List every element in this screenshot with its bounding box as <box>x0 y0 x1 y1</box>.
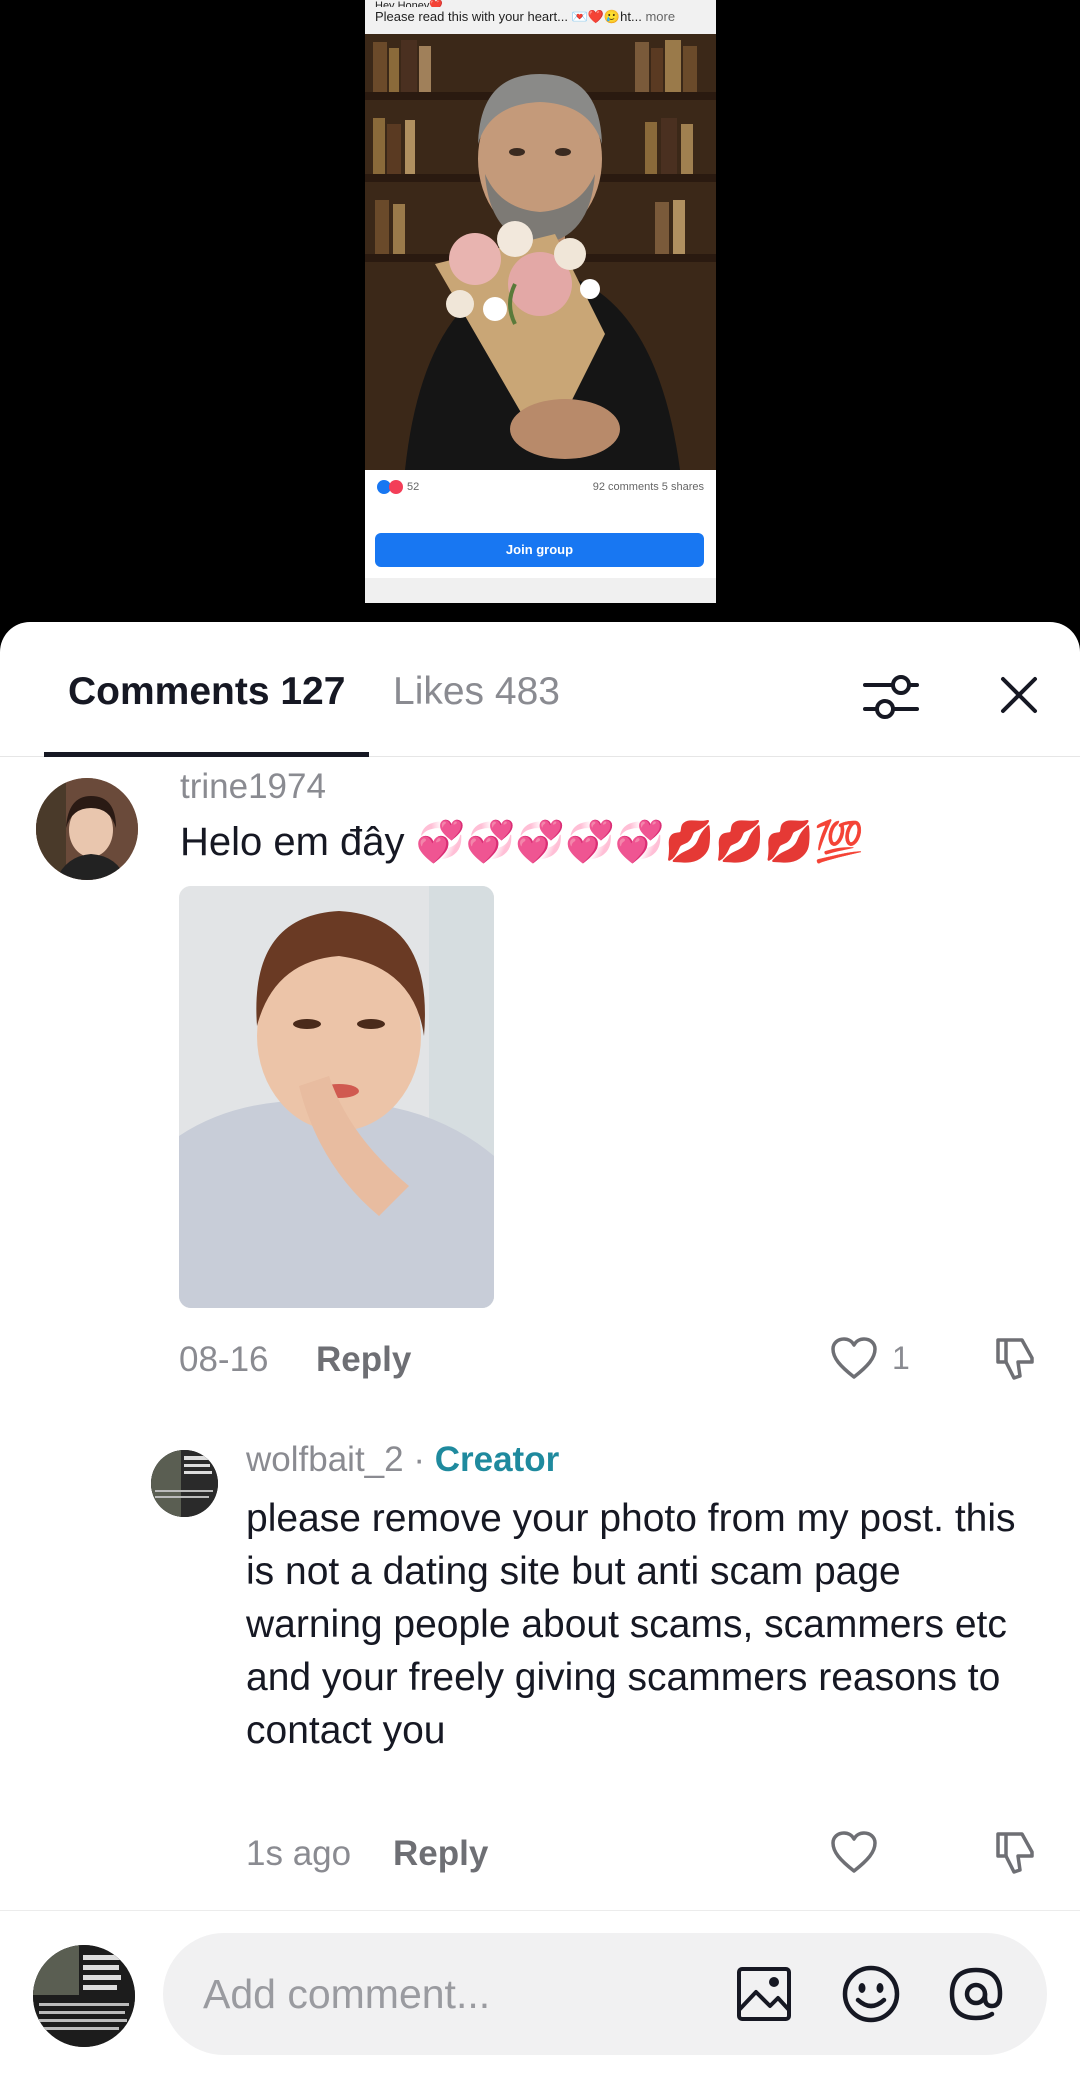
comments-shares-count: 92 comments 5 shares <box>592 481 704 493</box>
thumbs-down-icon <box>996 1338 1034 1380</box>
input-placeholder: Add comment... <box>203 1971 491 2017</box>
heart-icon <box>831 1831 877 1873</box>
embedded-post-screenshot: Hey Honey❤️ Please read this with your h… <box>365 0 716 603</box>
comment-username[interactable]: wolfbait_2 <box>246 1440 404 1479</box>
mention-button[interactable] <box>945 1963 1007 2025</box>
reaction-summary: 52 <box>377 480 419 494</box>
image-attach-button[interactable] <box>733 1963 795 2025</box>
at-sign-icon <box>949 1967 1003 2021</box>
current-user-avatar <box>33 1945 135 2047</box>
caption-more-link: more <box>645 9 676 24</box>
post-photo-man-with-flowers <box>365 34 716 470</box>
comments-sheet: Comments 127 Likes 483 trine1974 Helo em… <box>0 622 1080 2088</box>
creator-badge: Creator <box>434 1440 560 1479</box>
sliders-icon <box>863 675 919 719</box>
comment-attached-photo[interactable] <box>179 886 494 1308</box>
caption-line-1: Hey Honey❤️ <box>375 0 444 7</box>
close-icon <box>1001 677 1037 713</box>
reaction-count: 52 <box>407 481 420 493</box>
like-count: 1 <box>892 1339 910 1376</box>
caption-text: Please read this with your heart... <box>375 9 568 24</box>
join-group-button: Join group <box>375 533 704 567</box>
love-reaction-icon <box>389 480 403 494</box>
comment-text: Helo em đây 💞💞💞💞💞💋💋💋💯 <box>180 820 864 864</box>
reply-button[interactable]: Reply <box>316 1338 411 1382</box>
caption-tail: 💌❤️🥲ht... <box>571 9 642 24</box>
tab-comments[interactable]: Comments 127 <box>68 667 345 717</box>
active-tab-indicator <box>44 752 369 757</box>
comment-username[interactable]: trine1974 <box>180 765 326 809</box>
comments-tab-bar: Comments 127 Likes 483 <box>0 622 1080 757</box>
thumbs-down-icon <box>996 1832 1034 1874</box>
comment-date: 1s ago <box>246 1834 352 1873</box>
post-caption: Hey Honey❤️ Please read this with your h… <box>365 0 716 34</box>
avatar[interactable] <box>151 1450 218 1517</box>
filter-button[interactable] <box>858 664 924 730</box>
phone-navigation-bar <box>365 578 716 603</box>
add-comment-input[interactable]: Add comment... <box>163 1933 1047 2055</box>
dislike-button[interactable] <box>990 1826 1042 1878</box>
image-icon <box>737 1967 791 2021</box>
video-player[interactable]: Hey Honey❤️ Please read this with your h… <box>0 0 1080 640</box>
dislike-button[interactable] <box>990 1332 1042 1384</box>
emoji-icon <box>842 1965 900 2023</box>
like-button[interactable] <box>830 1830 878 1874</box>
comment-text: please remove your photo from my post. t… <box>246 1497 1016 1752</box>
comment-date: 08-16 <box>179 1340 269 1379</box>
avatar[interactable] <box>36 778 138 880</box>
post-stats-bar: 52 92 comments 5 shares <box>365 470 716 518</box>
reply-button[interactable]: Reply <box>393 1832 488 1876</box>
caption-line-2: Please read this with your heart... 💌❤️🥲… <box>375 7 706 27</box>
username-separator: · <box>403 1440 435 1479</box>
emoji-button[interactable] <box>840 1963 902 2025</box>
comment-username-line: wolfbait_2 · Creator <box>246 1438 559 1482</box>
heart-icon <box>831 1337 877 1379</box>
like-button[interactable]: 1 <box>830 1336 910 1380</box>
close-button[interactable] <box>988 664 1050 726</box>
tab-likes[interactable]: Likes 483 <box>393 667 560 717</box>
